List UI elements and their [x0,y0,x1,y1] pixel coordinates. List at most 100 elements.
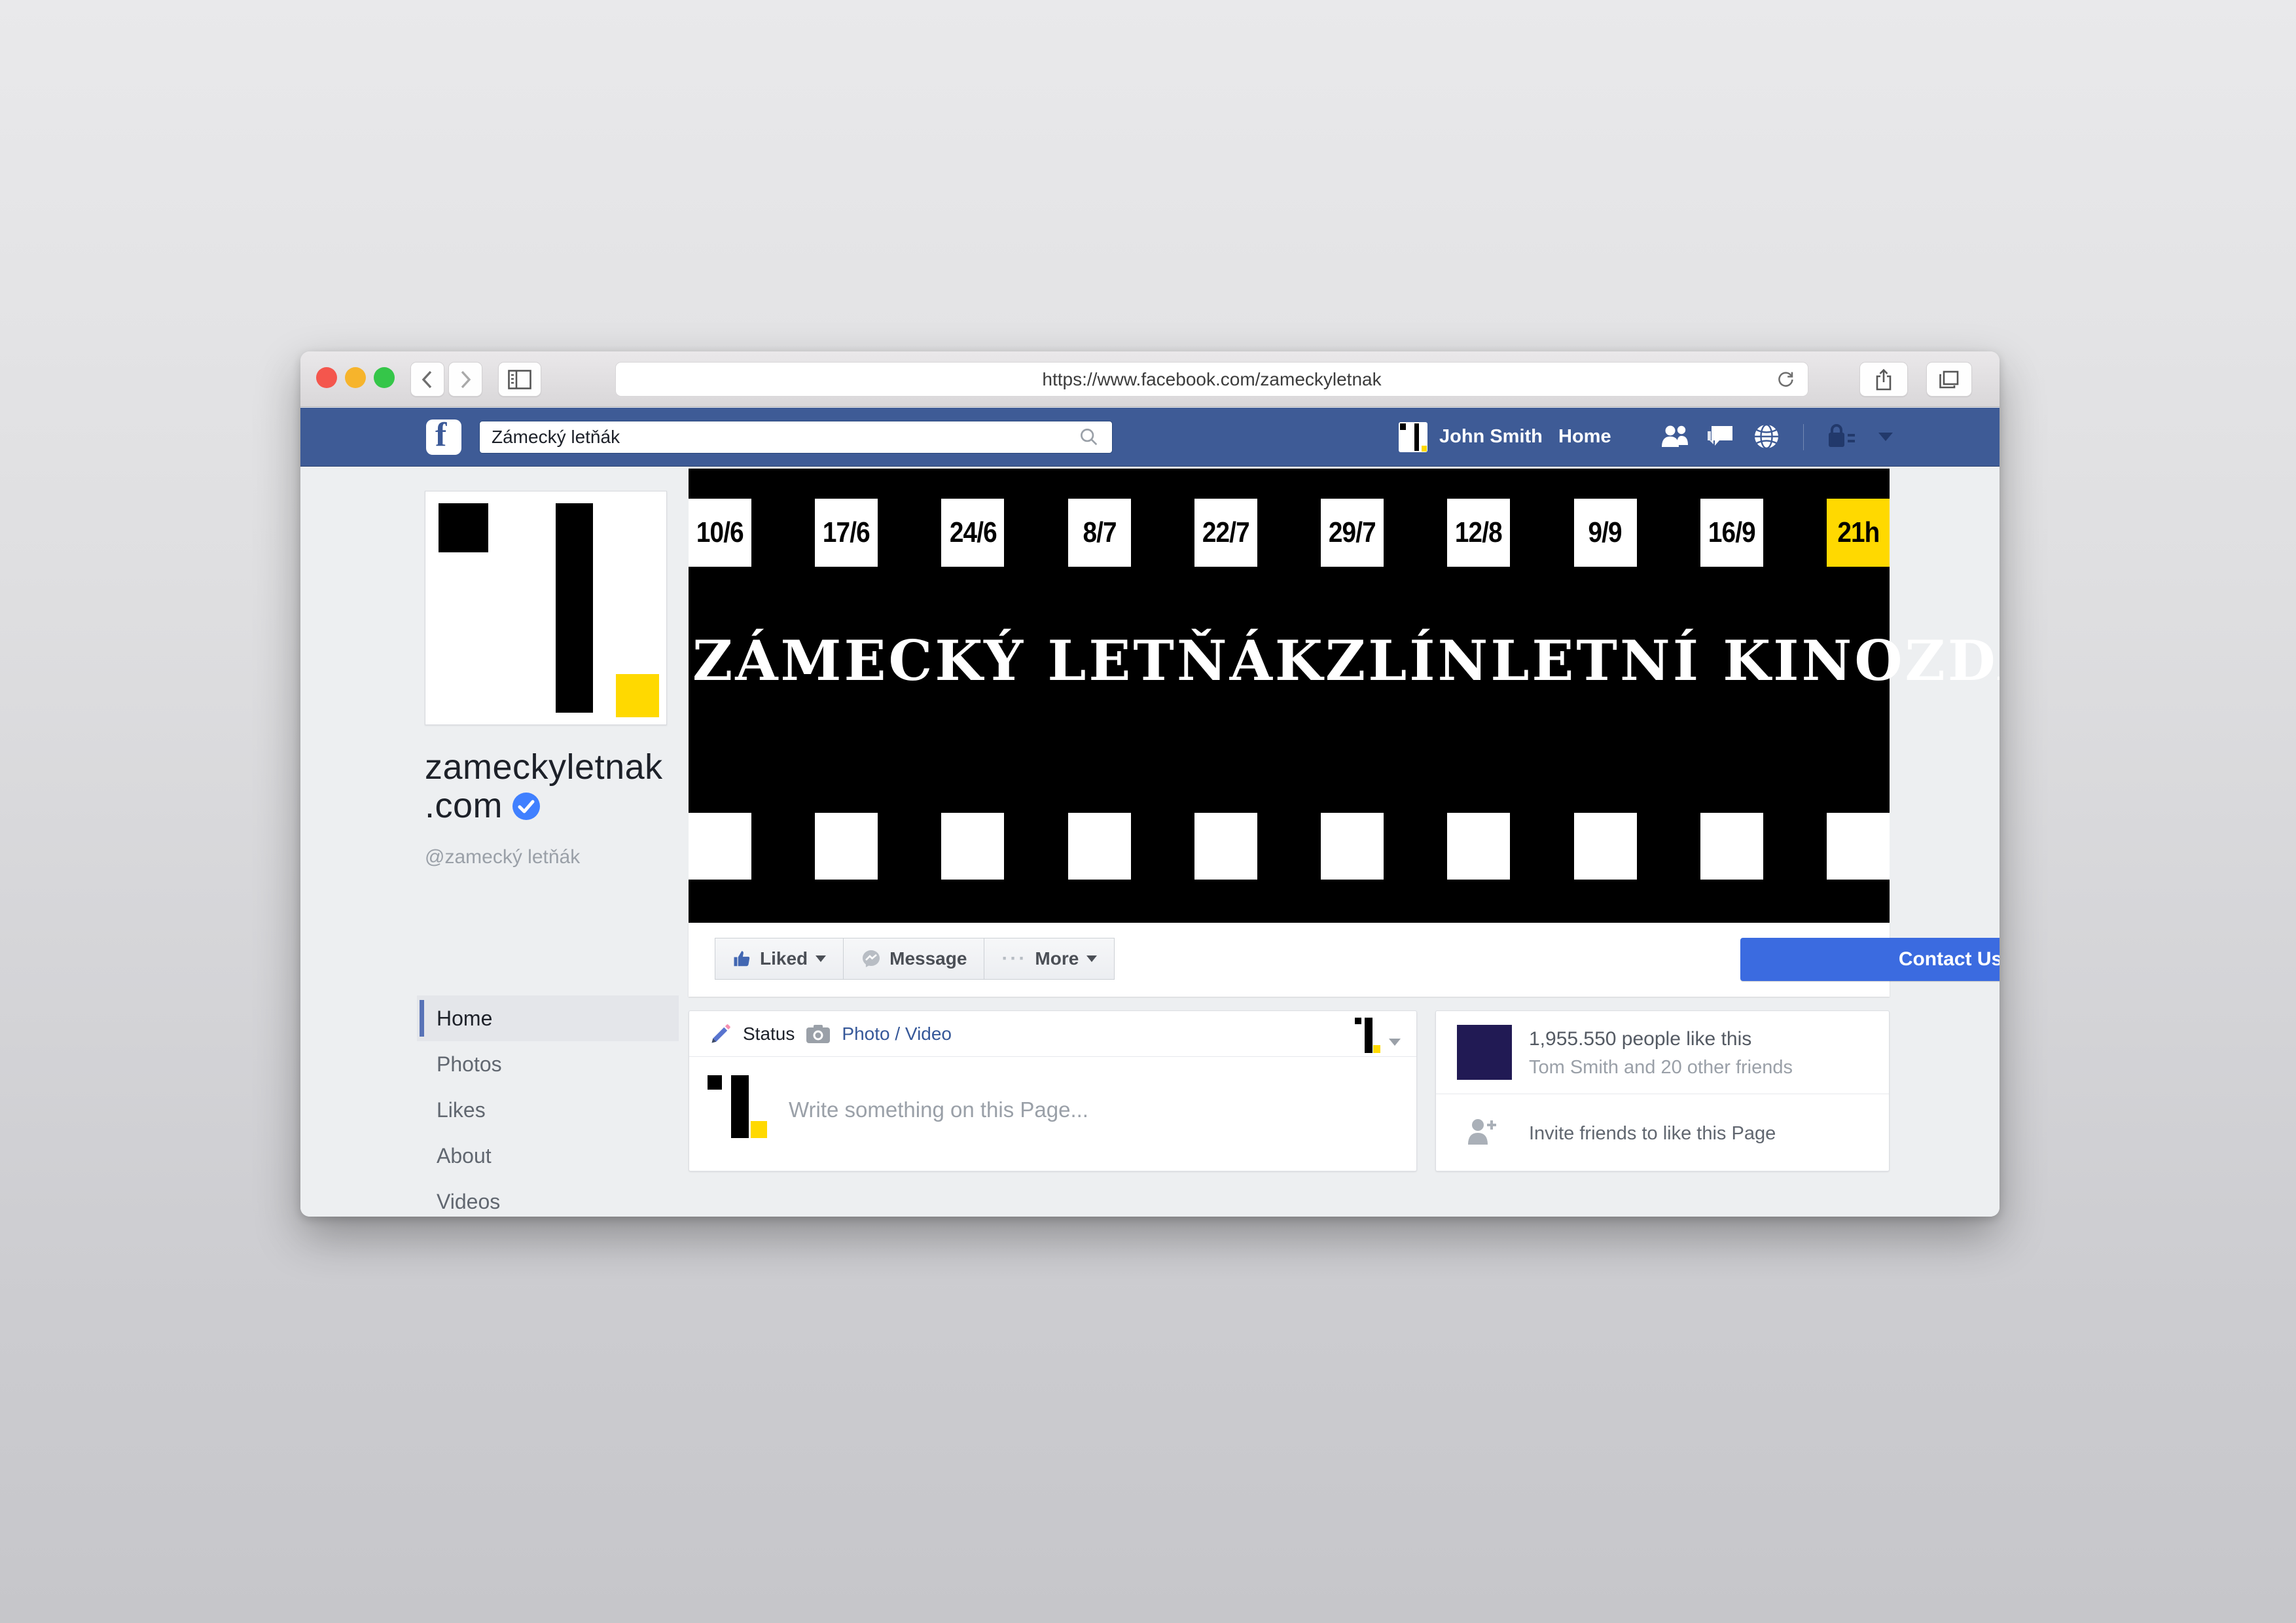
cover-date: 8/7 [1068,499,1131,567]
friend-requests-button[interactable] [1659,421,1691,452]
cover-blank-square [1194,813,1257,880]
page-nav: Home Photos Likes About Videos Welcome P… [417,995,679,1217]
desktop-background: https://www.facebook.com/zameckyletnak [0,0,2296,1623]
community-likes-row: 1,955.550 people like this Tom Smith and… [1436,1011,1889,1094]
community-card: 1,955.550 people like this Tom Smith and… [1435,1010,1890,1171]
composer-tab-status[interactable]: Status [743,1024,795,1044]
composer-placeholder: Write something on this Page... [789,1097,1088,1122]
tabs-icon [1938,369,1960,390]
cover-date: 12/8 [1447,499,1510,567]
cover-blank-square [689,813,751,880]
page-content: zameckyletnak .com @zamecký letňák Home … [300,467,2000,1217]
page-handle: @zamecký letňák [425,846,580,868]
zoom-window-button[interactable] [374,367,395,388]
reload-icon [1775,369,1796,390]
composer-body[interactable]: Write something on this Page... [689,1057,1416,1171]
more-caret-icon [1086,955,1097,962]
facebook-search-input[interactable]: Zámecký letňák [479,421,1113,454]
cover-date: 29/7 [1321,499,1384,567]
cover-date: 22/7 [1194,499,1257,567]
cover-blank-square [941,813,1004,880]
composer-tab-photo-video[interactable]: Photo / Video [842,1024,952,1044]
close-window-button[interactable] [316,367,337,388]
facebook-navbar: f Zámecký letňák John Smith Home [300,408,2000,467]
friends-who-like: Tom Smith and 20 other friends [1529,1057,1793,1079]
cover-date: 24/6 [941,499,1004,567]
page-logo-mark [1355,1016,1380,1054]
page-action-buttons: Liked Message ··· More [715,938,1115,980]
messages-button[interactable] [1705,421,1736,452]
sidebar-item-likes[interactable]: Likes [417,1087,679,1133]
page-title: zameckyletnak .com [425,748,663,826]
liked-button[interactable]: Liked [715,938,844,980]
browser-window: https://www.facebook.com/zameckyletnak [300,351,2000,1217]
sidebar-item-about[interactable]: About [417,1133,679,1179]
privacy-shortcuts-button[interactable] [1825,421,1857,452]
verified-badge-icon [512,792,541,821]
likes-count: 1,955.550 people like this [1529,1028,1751,1050]
sidebar-toggle-button[interactable] [498,362,541,397]
sidebar-item-photos[interactable]: Photos [417,1041,679,1087]
cover-photo[interactable]: 10/6 17/6 24/6 8/7 22/7 29/7 12/8 9/9 16… [689,469,1890,923]
share-button[interactable] [1859,362,1908,397]
address-bar[interactable]: https://www.facebook.com/zameckyletnak [615,362,1808,397]
more-ellipsis-icon: ··· [1001,948,1027,970]
cover-blank-square [1700,813,1763,880]
reload-button[interactable] [1775,369,1796,395]
composer-header: Status Photo / Video [689,1011,1416,1057]
post-composer: Status Photo / Video [689,1010,1417,1171]
friend-requests-icon [1660,423,1690,450]
invite-friends-label: Invite friends to like this Page [1529,1123,1776,1145]
account-caret-icon [1878,433,1893,441]
liked-caret-icon [816,955,826,962]
sidebar-item-home[interactable]: Home [417,995,679,1041]
like-thumb-icon [732,949,752,969]
notifications-button[interactable] [1751,421,1782,452]
page-title-line2: .com [425,787,503,825]
privacy-shortcuts-icon [1826,423,1856,450]
search-value: Zámecký letňák [492,427,620,448]
page-title-line1: zameckyletnak [425,748,663,787]
cover-date: 10/6 [689,499,751,567]
invite-friend-icon [1465,1116,1499,1147]
cover-title: ZÁMECKÝ LETŇÁK ZLÍN LETNÍ KINO ZDARMA [689,628,1890,693]
forward-icon [457,368,474,391]
back-icon [419,368,436,391]
navbar-home-link[interactable]: Home [1558,426,1611,448]
cover-blank-square [1447,813,1510,880]
messages-icon [1706,423,1735,450]
address-bar-url: https://www.facebook.com/zameckyletnak [1042,369,1381,390]
minimize-window-button[interactable] [345,367,366,388]
more-button[interactable]: ··· More [984,938,1115,980]
composer-identity[interactable] [1355,1016,1401,1054]
globe-icon [1752,422,1781,451]
forward-button[interactable] [448,362,482,397]
cover-blank-square [1574,813,1637,880]
pencil-icon [709,1022,732,1046]
cover-date: 16/9 [1700,499,1763,567]
messenger-icon [861,948,882,969]
navbar-user-name[interactable]: John Smith [1439,426,1543,448]
cover-blank-square [1321,813,1384,880]
share-icon [1874,368,1893,391]
cover-time-badge: 21h [1827,499,1890,567]
cover-blank-row [689,813,1890,880]
contact-us-button[interactable]: Contact Us [1740,938,2000,981]
profile-picture[interactable] [425,491,667,725]
cover-blank-square [1827,813,1890,880]
facebook-logo[interactable]: f [426,419,461,455]
page-action-bar: Liked Message ··· More [689,923,1890,997]
sidebar-item-videos[interactable]: Videos [417,1179,679,1217]
user-avatar[interactable] [1399,422,1427,452]
browser-titlebar: https://www.facebook.com/zameckyletnak [300,351,2000,407]
sidebar-toggle-icon [508,370,531,389]
show-all-tabs-button[interactable] [1926,362,1972,397]
cover-blank-square [815,813,878,880]
composer-avatar [708,1073,766,1138]
navbar-divider [1803,424,1804,450]
account-settings-button[interactable] [1870,421,1901,452]
invite-friends-row[interactable]: Invite friends to like this Page [1436,1094,1889,1171]
back-button[interactable] [410,362,444,397]
community-avatar [1457,1025,1512,1080]
message-button[interactable]: Message [844,938,984,980]
